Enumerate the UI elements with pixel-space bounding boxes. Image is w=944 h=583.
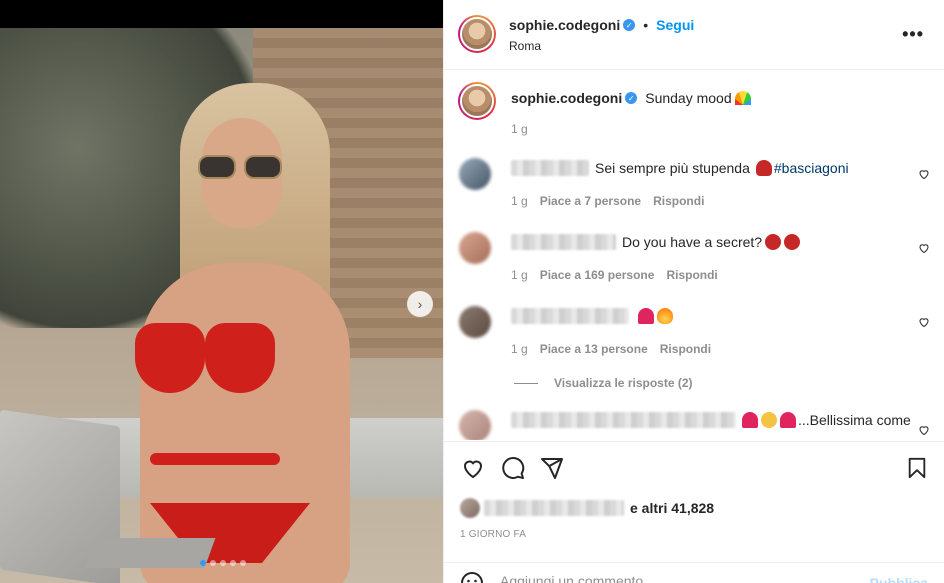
comment-meta: 1 g Piace a 7 persone Rispondi: [511, 194, 704, 208]
devil-emoji-icon: [765, 234, 782, 250]
comment-item: ...Bellissima come: [444, 406, 944, 440]
comment-text-row: [511, 308, 673, 324]
smile-icon[interactable]: [460, 571, 484, 583]
comment-text-row: ...Bellissima come: [511, 412, 911, 428]
avatar[interactable]: [459, 410, 491, 440]
caption-line: sophie.codegoni ✓ Sunday mood: [511, 90, 751, 106]
avatar[interactable]: [460, 498, 480, 518]
chevron-right-icon: ›: [417, 296, 423, 312]
view-replies-label: Visualizza le risposte (2): [554, 376, 693, 390]
share-icon[interactable]: [540, 456, 564, 480]
carousel-dot[interactable]: [200, 560, 206, 566]
post-actions: [444, 441, 944, 491]
blurred-username: [511, 412, 736, 428]
rainbow-emoji-icon: [734, 91, 751, 105]
comment-meta: 1 g Piace a 13 persone Rispondi: [511, 342, 711, 356]
follow-button[interactable]: Segui: [656, 17, 694, 33]
heart-emoji-icon: [742, 412, 758, 428]
comment-text: Do you have a secret?: [622, 234, 763, 250]
comment-text: Sei sempre più stupenda: [595, 160, 750, 176]
kiss-emoji-icon: [755, 160, 772, 176]
blurred-username: [511, 234, 616, 250]
avatar[interactable]: [458, 82, 496, 120]
more-icon[interactable]: •••: [902, 24, 924, 45]
heart-emoji-icon: [780, 412, 796, 428]
comment-likes[interactable]: Piace a 13 persone: [540, 342, 648, 356]
carousel-dots: [200, 560, 246, 566]
heart-icon[interactable]: [918, 242, 930, 254]
verified-icon: ✓: [623, 19, 636, 31]
heart-icon[interactable]: [918, 424, 930, 436]
post-photo[interactable]: [0, 28, 443, 583]
reply-button[interactable]: Rispondi: [666, 268, 717, 282]
praying-hands-emoji-icon: [761, 412, 777, 428]
carousel-dot[interactable]: [210, 560, 216, 566]
heart-icon[interactable]: [918, 316, 930, 328]
post-date: 1 GIORNO FA: [460, 529, 527, 540]
header-name-row: sophie.codegoni ✓ • Segui: [509, 17, 694, 33]
blurred-username: [484, 500, 624, 516]
caption: sophie.codegoni ✓ Sunday mood 1 g: [444, 82, 944, 142]
carousel-dot[interactable]: [220, 560, 226, 566]
laptop-base: [84, 538, 216, 568]
reply-button[interactable]: Rispondi: [660, 342, 711, 356]
devil-emoji-icon: [784, 234, 801, 250]
caption-text: Sunday mood: [645, 90, 732, 106]
bikini-top-left: [135, 323, 205, 393]
post-panel: sophie.codegoni ✓ • Segui Roma ••• sophi…: [443, 0, 944, 583]
bikini-top-right: [205, 323, 275, 393]
comment-time: 1 g: [511, 268, 528, 282]
heart-emoji-icon: [638, 308, 654, 324]
username[interactable]: sophie.codegoni: [509, 17, 620, 33]
blurred-username: [511, 160, 589, 176]
comment-likes[interactable]: Piace a 7 persone: [540, 194, 641, 208]
avatar[interactable]: [458, 15, 496, 53]
heart-icon[interactable]: [460, 456, 486, 480]
publish-button[interactable]: Pubblica: [870, 575, 928, 583]
comment-text-row: Sei sempre più stupenda #basciagoni: [511, 160, 849, 176]
carousel-dot[interactable]: [230, 560, 236, 566]
caption-username[interactable]: sophie.codegoni: [511, 90, 622, 106]
post-media: ›: [0, 0, 443, 583]
likes-summary: e altri 41,828: [460, 498, 714, 518]
verified-icon: ✓: [625, 92, 638, 104]
blurred-username: [511, 308, 629, 324]
photo-person: [120, 73, 380, 583]
reply-button[interactable]: Rispondi: [653, 194, 704, 208]
location[interactable]: Roma: [509, 39, 541, 53]
comment-time: 1 g: [511, 342, 528, 356]
comment-icon[interactable]: [501, 456, 525, 480]
view-replies-button[interactable]: Visualizza le risposte (2): [514, 376, 693, 390]
comment-time: 1 g: [511, 194, 528, 208]
fire-emoji-icon: [657, 308, 673, 324]
likes-count[interactable]: e altri 41,828: [630, 500, 714, 516]
carousel-dot[interactable]: [240, 560, 246, 566]
heart-icon[interactable]: [918, 168, 930, 180]
comment-meta: 1 g Piace a 169 persone Rispondi: [511, 268, 718, 282]
comment-text: ...Bellissima come: [798, 412, 911, 428]
post-header: sophie.codegoni ✓ • Segui Roma •••: [444, 0, 944, 70]
replies-divider: [514, 382, 538, 384]
avatar[interactable]: [459, 306, 491, 338]
comment-input[interactable]: [500, 573, 840, 583]
add-comment-bar: Pubblica: [444, 562, 944, 583]
avatar[interactable]: [459, 158, 491, 190]
bikini-strap: [150, 453, 280, 465]
bookmark-icon[interactable]: [906, 456, 928, 480]
avatar[interactable]: [459, 232, 491, 264]
caption-time: 1 g: [511, 122, 528, 136]
comment-text-row: Do you have a secret?: [511, 234, 801, 250]
separator: •: [643, 17, 649, 33]
hashtag-link[interactable]: #basciagoni: [774, 160, 849, 176]
carousel-next-button[interactable]: ›: [407, 291, 433, 317]
comment-likes[interactable]: Piace a 169 persone: [540, 268, 655, 282]
sunglasses: [198, 155, 286, 181]
